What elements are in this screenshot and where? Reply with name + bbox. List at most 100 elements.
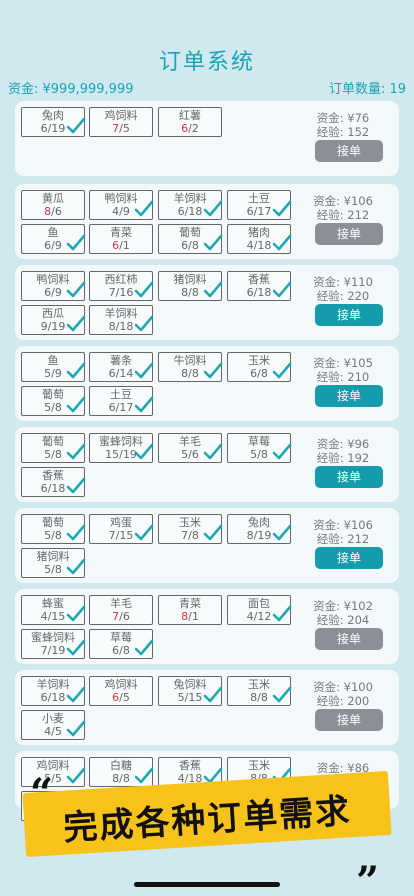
order-item: 草莓 6/8 [89, 629, 154, 659]
order-reward: 资金: ¥102 经验: 204 [303, 599, 383, 627]
checkmark-icon [66, 442, 86, 462]
order-item: 牛饲料 8/8 [158, 352, 223, 382]
order-reward: 资金: ¥105 经验: 210 [303, 356, 383, 384]
order-reward: 资金: ¥100 经验: 200 [303, 680, 383, 708]
item-need-count: 9 [122, 205, 130, 218]
item-have-count: 6 [246, 286, 254, 299]
accept-order-button[interactable]: 接单 [315, 385, 383, 407]
order-item: 羊饲料 8/18 [89, 305, 154, 335]
order-item: 羊饲料 6/18 [21, 676, 86, 706]
item-need-count: 8 [260, 691, 268, 704]
checkmark-icon [134, 523, 154, 543]
item-need-count: 8 [54, 448, 62, 461]
order-item: 兔饲料 5/15 [158, 676, 223, 706]
order-item: 蜂蜜 4/15 [21, 595, 86, 625]
order-item: 玉米8/8 [227, 676, 292, 706]
order-card: 鸭饲料 6/9 西红柿 7/16 猪饲料 8/8 香蕉 6/18 西瓜 9/19 羊饲料 8/18 资金… [14, 264, 400, 341]
item-have-count: 6 [177, 205, 185, 218]
checkmark-icon [66, 233, 86, 253]
order-item: 鸡饲料 6/5 [89, 676, 153, 706]
order-item: 薯条 6/14 [89, 352, 154, 382]
item-need-count: 9 [54, 367, 62, 380]
home-indicator[interactable] [134, 882, 280, 887]
item-need-count: 8 [191, 367, 199, 380]
item-name: 黄瓜 [42, 192, 64, 205]
item-need-count: 2 [191, 122, 199, 135]
order-item: 西红柿 7/16 [89, 271, 154, 301]
accept-order-button[interactable]: 接单 [315, 628, 383, 650]
order-item: 鸡饲料 7/5 [89, 107, 153, 137]
item-quantity: 7/5 [90, 122, 152, 135]
checkmark-icon [66, 557, 86, 577]
order-item: 鱼 6/9 [21, 224, 86, 254]
item-have-count: 6 [40, 482, 48, 495]
order-card: 葡萄 5/8 蜜蜂饲料 15/19 羊毛 5/6 草莓 5/8 香蕉 6/18 资金: ¥96 经验:… [14, 426, 400, 503]
order-item: 羊饲料 6/18 [158, 190, 223, 220]
order-item: 鸭饲料 6/9 [21, 271, 86, 301]
accept-order-button[interactable]: 接单 [315, 223, 383, 245]
reward-money: 资金: ¥105 [313, 356, 373, 370]
order-item: 红薯 6/2 [158, 107, 222, 137]
item-have-count: 8 [108, 320, 116, 333]
checkmark-icon [134, 638, 154, 658]
order-card: 蜂蜜 4/15 羊毛 7/6 青菜 8/1 面包 4/12 蜜蜂饲料 7/19 草莓 6/8 资金: ¥… [14, 588, 400, 665]
item-need-count: 5 [122, 122, 130, 135]
checkmark-icon [66, 476, 86, 496]
item-need-count: 8 [122, 644, 130, 657]
checkmark-icon [203, 199, 223, 219]
item-need-count: 8 [191, 286, 199, 299]
order-reward: 资金: ¥96 经验: 192 [303, 437, 383, 465]
item-need-count: 6 [191, 448, 199, 461]
accept-order-button[interactable]: 接单 [315, 709, 383, 731]
item-need-count: 15 [188, 691, 203, 704]
checkmark-icon [66, 116, 86, 136]
checkmark-icon [272, 685, 292, 705]
checkmark-icon [134, 280, 154, 300]
item-need-count: 17 [257, 205, 272, 218]
order-item: 葡萄 5/8 [21, 386, 86, 416]
reward-money: 资金: ¥106 [313, 194, 373, 208]
item-need-count: 19 [51, 644, 66, 657]
item-quantity: 6/2 [159, 122, 221, 135]
item-need-count: 8 [122, 772, 130, 785]
order-item: 兔肉 6/19 [21, 107, 86, 137]
order-item: 猪饲料 5/8 [21, 548, 86, 578]
accept-order-button[interactable]: 接单 [315, 466, 383, 488]
item-have-count: 4 [40, 610, 48, 623]
reward-money: 资金: ¥106 [313, 518, 373, 532]
accept-order-button[interactable]: 接单 [315, 547, 383, 569]
item-quantity: 8/1 [159, 610, 221, 623]
checkmark-icon [272, 604, 292, 624]
item-need-count: 18 [188, 205, 203, 218]
order-item: 香蕉 6/18 [227, 271, 292, 301]
item-have-count: 6 [40, 122, 48, 135]
order-reward: 资金: ¥76 经验: 152 [303, 111, 383, 139]
order-item: 猪肉 4/18 [227, 224, 292, 254]
item-need-count: 9 [54, 239, 62, 252]
item-need-count: 6 [122, 610, 130, 623]
checkmark-icon [272, 361, 292, 381]
order-item: 草莓 5/8 [227, 433, 292, 463]
checkmark-icon [134, 442, 154, 462]
reward-exp: 经验: 204 [316, 613, 370, 627]
item-name: 鸡饲料 [104, 678, 138, 691]
item-have-count: 4 [246, 239, 254, 252]
checkmark-icon [272, 442, 292, 462]
item-need-count: 15 [119, 529, 134, 542]
item-have-count: 7 [108, 286, 116, 299]
checkmark-icon [66, 685, 86, 705]
money-display: 资金: ¥999,999,999 [8, 82, 134, 97]
accept-order-button[interactable]: 接单 [315, 304, 383, 326]
item-need-count: 12 [257, 610, 272, 623]
item-need-count: 8 [260, 448, 268, 461]
reward-exp: 经验: 210 [316, 370, 370, 384]
order-reward: 资金: ¥106 经验: 212 [303, 194, 383, 222]
item-need-count: 9 [54, 286, 62, 299]
accept-order-button[interactable]: 接单 [315, 140, 383, 162]
reward-exp: 经验: 220 [316, 289, 370, 303]
item-need-count: 18 [257, 239, 272, 252]
order-item: 玉米 6/8 [227, 352, 292, 382]
order-item: 香蕉 6/18 [21, 467, 86, 497]
page-title: 订单系统 [158, 50, 255, 75]
reward-exp: 经验: 152 [316, 125, 370, 139]
